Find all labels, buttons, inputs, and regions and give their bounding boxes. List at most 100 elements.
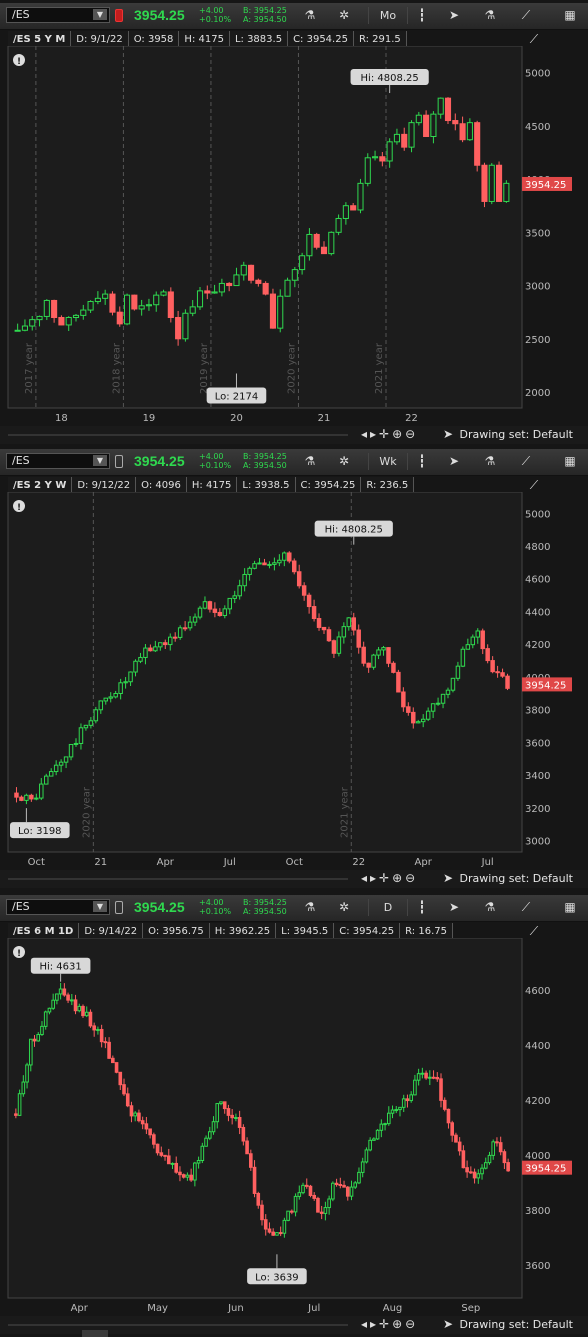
- candle-body: [182, 627, 188, 630]
- gear-icon[interactable]: ✲: [334, 453, 354, 470]
- candle-body: [495, 1141, 499, 1144]
- symbol-selector[interactable]: /ES ▼: [6, 899, 110, 915]
- candle-body: [327, 1198, 331, 1209]
- candle-body: [217, 611, 223, 617]
- net-change: +4.00 +0.10%: [199, 452, 231, 470]
- link-icon[interactable]: [115, 901, 123, 914]
- symbol-selector[interactable]: /ES ▼: [6, 7, 110, 23]
- studies-icon[interactable]: ⚗: [480, 7, 500, 24]
- link-icon[interactable]: [115, 455, 123, 468]
- candle-body: [187, 621, 193, 629]
- y-tick-label: 4200: [525, 1096, 550, 1107]
- candle-body: [159, 1152, 164, 1156]
- zoom-tools[interactable]: ◂▸✛⊕⊖: [361, 871, 418, 885]
- candle-body: [500, 672, 505, 677]
- candle-body: [323, 1207, 328, 1214]
- cursor-icon[interactable]: ➤: [444, 453, 464, 470]
- candle-body: [44, 775, 49, 785]
- chevron-down-icon[interactable]: ▼: [93, 9, 107, 20]
- flask-icon[interactable]: ⚗: [300, 7, 320, 24]
- flask-icon[interactable]: ⚗: [300, 899, 320, 916]
- candle-body: [145, 304, 152, 307]
- candle-body: [271, 1231, 275, 1236]
- price-chart[interactable]: !2020 year2021 year500048004600440042004…: [0, 492, 580, 870]
- candle-body: [63, 756, 69, 763]
- horizontal-scrollbar[interactable]: [8, 1324, 348, 1326]
- drawings-icon[interactable]: ⟋: [516, 453, 536, 470]
- candle-body: [472, 1171, 477, 1179]
- drawing-set[interactable]: Drawing set: Default: [460, 872, 573, 885]
- candle-body: [103, 1041, 108, 1044]
- y-tick-label: 3400: [525, 771, 550, 782]
- timeframe-button[interactable]: D: [368, 899, 408, 916]
- candle-body: [177, 627, 183, 638]
- candle-body: [242, 573, 247, 587]
- candle-body: [163, 642, 168, 646]
- candle-body: [252, 1166, 257, 1194]
- zoom-tools[interactable]: ◂▸✛⊕⊖: [361, 427, 418, 441]
- candle-body: [460, 648, 466, 667]
- y-tick-label: 4400: [525, 1041, 550, 1052]
- horizontal-scrollbar[interactable]: [8, 434, 348, 436]
- candle-body: [475, 630, 480, 638]
- candle-body: [269, 293, 276, 329]
- change-value: +4.00: [199, 452, 224, 461]
- cursor-icon[interactable]: ➤: [438, 426, 458, 443]
- horizontal-scrollbar[interactable]: [8, 878, 348, 880]
- chart-style-icon[interactable]: ┇: [412, 899, 432, 916]
- gear-icon[interactable]: ✲: [334, 7, 354, 24]
- drawing-set[interactable]: Drawing set: Default: [460, 1318, 573, 1331]
- bid-ask: B: 3954.25 A: 3954.50: [243, 898, 287, 916]
- candle-body: [155, 1143, 160, 1154]
- candle-body: [114, 1062, 119, 1073]
- symbol-selector[interactable]: /ES ▼: [6, 453, 110, 469]
- alert-icon-mark: !: [17, 949, 21, 959]
- drawing-set[interactable]: Drawing set: Default: [460, 428, 573, 441]
- candle-body: [277, 559, 282, 564]
- candle-body: [181, 1174, 186, 1178]
- resize-handle[interactable]: [82, 1330, 108, 1337]
- price-chart[interactable]: ! 4600 4400 4200 4000 3800 3600 Apr May Jun Jul Aug…: [0, 938, 580, 1316]
- studies-icon[interactable]: ⚗: [480, 453, 500, 470]
- candle-body: [153, 294, 160, 306]
- more-icon[interactable]: ▦: [560, 453, 580, 470]
- cursor-icon[interactable]: ➤: [444, 7, 464, 24]
- candle-body: [296, 571, 302, 587]
- candle-body: [356, 629, 361, 648]
- candle-body: [138, 656, 143, 662]
- candle-body: [102, 293, 109, 299]
- timeframe-button[interactable]: Mo: [368, 7, 408, 24]
- candle-body: [73, 999, 78, 1012]
- candle-body: [257, 562, 262, 565]
- chevron-down-icon[interactable]: ▼: [93, 901, 107, 912]
- cursor-icon[interactable]: ➤: [438, 870, 458, 887]
- cursor-icon[interactable]: ➤: [438, 1316, 458, 1333]
- candle-body: [368, 1139, 372, 1151]
- candle-body: [58, 317, 65, 326]
- drawings-icon[interactable]: ⟋: [516, 899, 536, 916]
- candle-body: [386, 647, 391, 664]
- chart-style-icon[interactable]: ┇: [412, 453, 432, 470]
- drawings-icon[interactable]: ⟋: [516, 7, 536, 24]
- x-tick-label: Jul: [307, 1303, 320, 1314]
- timeframe-button[interactable]: Wk: [368, 453, 408, 470]
- chart-style-icon[interactable]: ┇: [412, 7, 432, 24]
- chevron-down-icon[interactable]: ▼: [93, 455, 107, 466]
- candle-body: [260, 1204, 264, 1221]
- candle-body: [200, 1145, 205, 1161]
- price-chart[interactable]: !2017 year 2018 year 2019 year 2020 year 202…: [0, 46, 580, 426]
- more-icon[interactable]: ▦: [560, 7, 580, 24]
- studies-icon[interactable]: ⚗: [480, 899, 500, 916]
- candle-body: [306, 594, 312, 608]
- bid-ask: B: 3954.25 A: 3954.50: [243, 6, 287, 24]
- gear-icon[interactable]: ✲: [334, 899, 354, 916]
- zoom-tools[interactable]: ◂▸✛⊕⊖: [361, 1317, 418, 1331]
- candle-body: [445, 689, 451, 695]
- candle-body: [226, 1108, 231, 1116]
- candle-body: [36, 315, 43, 321]
- cursor-icon[interactable]: ➤: [444, 899, 464, 916]
- link-icon[interactable]: [115, 9, 123, 22]
- flask-icon[interactable]: ⚗: [300, 453, 320, 470]
- more-icon[interactable]: ▦: [560, 899, 580, 916]
- candle-body: [364, 157, 371, 184]
